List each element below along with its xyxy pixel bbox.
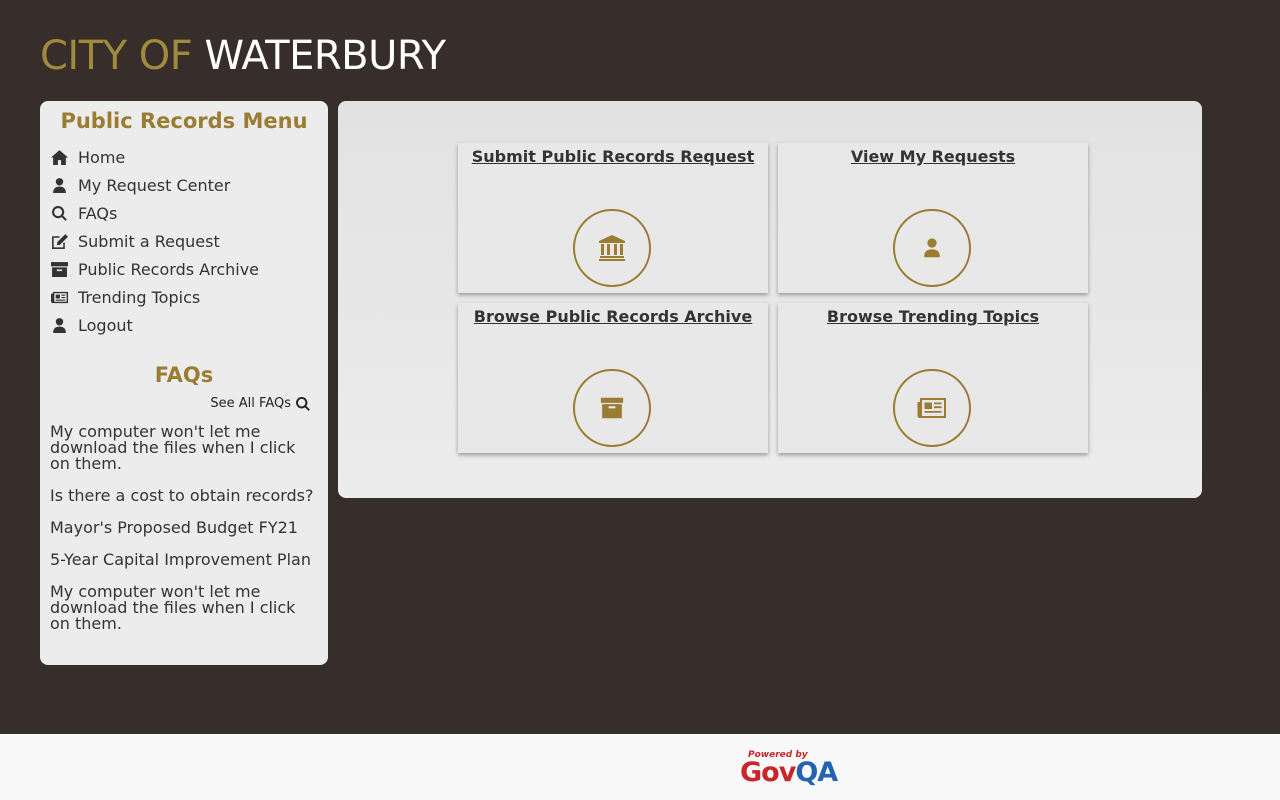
search-icon: [296, 396, 310, 411]
brand-gov: Gov: [740, 757, 796, 788]
tile-icon-circle: [893, 209, 971, 287]
sidebar-item-label: Logout: [78, 315, 133, 335]
user-icon: [924, 238, 940, 258]
brand-qa: QA: [795, 757, 838, 788]
faq-title: FAQs: [154, 363, 214, 387]
sidebar-item-records-archive[interactable]: Public Records Archive: [51, 255, 328, 283]
view-requests-tile[interactable]: View My Requests: [778, 143, 1088, 293]
browse-archive-link[interactable]: Browse Public Records Archive: [458, 307, 768, 326]
sidebar-item-label: Submit a Request: [78, 231, 220, 251]
site-title-name: WATERBURY: [204, 33, 447, 79]
faq-item[interactable]: 5-Year Capital Improvement Plan: [50, 552, 318, 568]
sidebar-item-label: Public Records Archive: [78, 259, 260, 279]
tile-icon-circle: [893, 369, 971, 447]
trending-topics-tile[interactable]: Browse Trending Topics: [778, 303, 1088, 453]
user-icon: [51, 317, 78, 333]
tile-icon-circle: [573, 209, 651, 287]
submit-request-tile[interactable]: Submit Public Records Request: [458, 143, 768, 293]
faq-list: My computer won't let me download the fi…: [40, 424, 328, 632]
newspaper-icon: [917, 398, 946, 418]
trending-topics-link[interactable]: Browse Trending Topics: [778, 307, 1088, 326]
site-title: CITY OF WATERBURY: [40, 32, 446, 80]
archive-icon: [51, 261, 78, 277]
edit-icon: [51, 233, 78, 249]
sidebar-item-home[interactable]: Home: [51, 143, 328, 171]
faq-item[interactable]: Mayor's Proposed Budget FY21: [50, 520, 318, 536]
submit-request-link[interactable]: Submit Public Records Request: [458, 147, 768, 166]
sidebar-item-logout[interactable]: Logout: [51, 311, 328, 339]
menu-list: Home My Request Center FAQs Submit a Req…: [40, 143, 328, 339]
govqa-brand: GovQA: [740, 757, 838, 788]
menu-title: Public Records Menu: [60, 109, 308, 133]
sidebar-item-faqs[interactable]: FAQs: [51, 199, 328, 227]
sidebar-item-label: FAQs: [78, 203, 118, 223]
faq-item[interactable]: My computer won't let me download the fi…: [50, 424, 318, 472]
sidebar-item-submit-request[interactable]: Submit a Request: [51, 227, 328, 255]
sidebar-item-label: My Request Center: [78, 175, 231, 195]
tile-icon-circle: [573, 369, 651, 447]
sidebar-item-label: Trending Topics: [78, 287, 201, 307]
sidebar: Public Records Menu Home My Request Cent…: [40, 101, 328, 665]
sidebar-item-label: Home: [78, 147, 126, 167]
archive-icon: [600, 397, 624, 419]
search-icon: [51, 205, 78, 221]
sidebar-item-trending-topics[interactable]: Trending Topics: [51, 283, 328, 311]
govqa-logo[interactable]: Powered by GovQA: [740, 750, 844, 788]
bank-icon: [599, 235, 625, 261]
sidebar-item-my-request-center[interactable]: My Request Center: [51, 171, 328, 199]
footer: Powered by GovQA: [0, 734, 1280, 800]
see-all-faqs-link[interactable]: See All FAQs: [40, 396, 328, 411]
browse-archive-tile[interactable]: Browse Public Records Archive: [458, 303, 768, 453]
faq-item[interactable]: My computer won't let me download the fi…: [50, 584, 318, 632]
site-title-prefix: CITY OF: [40, 33, 193, 79]
home-icon: [51, 149, 78, 165]
see-all-faqs-label: See All FAQs: [210, 396, 291, 411]
user-icon: [51, 177, 78, 193]
newspaper-icon: [51, 290, 78, 305]
view-requests-link[interactable]: View My Requests: [778, 147, 1088, 166]
faq-item[interactable]: Is there a cost to obtain records?: [50, 488, 318, 504]
main-panel: Submit Public Records Request View My Re…: [338, 101, 1202, 498]
